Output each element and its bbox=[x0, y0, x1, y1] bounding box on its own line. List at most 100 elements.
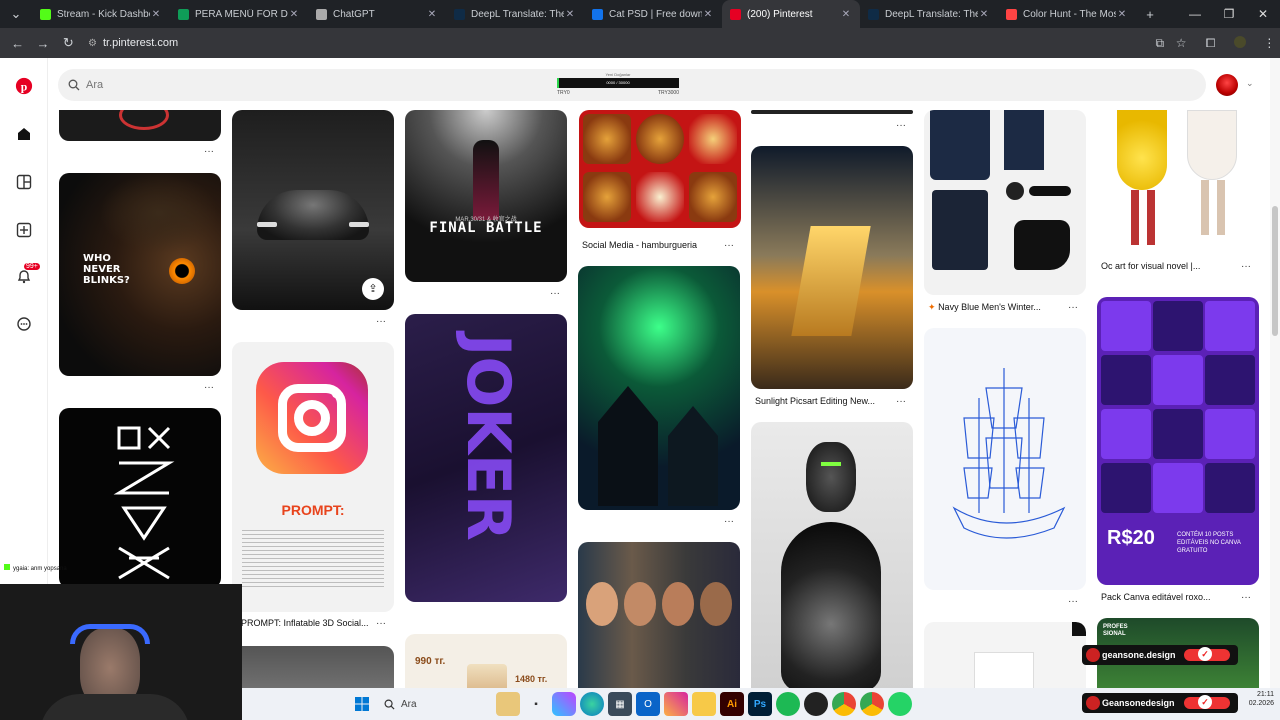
edge-icon[interactable] bbox=[580, 692, 604, 716]
spotify-icon[interactable] bbox=[776, 692, 800, 716]
close-tab-icon[interactable]: ✕ bbox=[978, 9, 990, 20]
pin-navy-outfit[interactable] bbox=[924, 110, 1086, 295]
pinterest-logo-icon[interactable]: p bbox=[14, 76, 34, 96]
joker-text: JOKER bbox=[453, 334, 523, 542]
pin-menu-icon[interactable]: ··· bbox=[204, 382, 214, 393]
pin-joker[interactable]: JOKER bbox=[405, 314, 567, 602]
pin-menu-icon[interactable]: ··· bbox=[204, 146, 214, 157]
close-tab-icon[interactable]: ✕ bbox=[426, 9, 438, 20]
windows-start-icon[interactable] bbox=[350, 692, 374, 716]
clock-time: 21:11 bbox=[1257, 691, 1274, 698]
pin-instagram-prompt[interactable]: PROMPT: bbox=[232, 342, 394, 612]
pin-menu-icon[interactable]: ··· bbox=[376, 618, 386, 629]
pin-robot[interactable] bbox=[751, 422, 913, 702]
pin-sunlight-door[interactable] bbox=[751, 146, 913, 389]
chrome-profile-icon[interactable] bbox=[860, 692, 884, 716]
chrome-icon[interactable] bbox=[832, 692, 856, 716]
pin-menu-icon[interactable]: ··· bbox=[1068, 596, 1078, 607]
pin-menu-icon[interactable]: ··· bbox=[724, 240, 734, 251]
minimize-icon[interactable]: — bbox=[1178, 7, 1212, 21]
pin-menu-icon[interactable]: ··· bbox=[1241, 592, 1251, 603]
close-tab-icon[interactable]: ✕ bbox=[564, 9, 576, 20]
goal-left-label: TRY0 bbox=[557, 90, 570, 96]
system-clock[interactable]: 21:11 02.2026 bbox=[1249, 690, 1274, 708]
browser-tab[interactable]: PERA MENÜ FOR DIGITAL✕ bbox=[170, 0, 308, 28]
outlook-icon[interactable]: O bbox=[636, 692, 660, 716]
pin-top-col5[interactable] bbox=[751, 110, 913, 114]
url-field[interactable]: ⚙ tr.pinterest.com bbox=[88, 37, 1089, 49]
browser-tab[interactable]: Cat PSD | Free download✕ bbox=[584, 0, 722, 28]
pin-menu-icon[interactable]: ··· bbox=[1241, 261, 1251, 272]
search-icon bbox=[68, 79, 80, 91]
pin-menu-icon[interactable]: ··· bbox=[550, 288, 560, 299]
messages-icon[interactable] bbox=[14, 314, 34, 334]
browser-menu-icon[interactable]: ⋮ bbox=[1259, 36, 1280, 50]
reload-button[interactable]: ↻ bbox=[57, 31, 80, 55]
profile-icon[interactable] bbox=[1229, 35, 1250, 51]
site-info-icon[interactable]: ⚙ bbox=[88, 38, 97, 49]
verified-check-icon: ✓ bbox=[1198, 647, 1212, 661]
pin-menu-icon[interactable]: ··· bbox=[896, 396, 906, 407]
instagram-icon[interactable] bbox=[664, 692, 688, 716]
browser-tab[interactable]: Color Hunt - The Most Po✕ bbox=[998, 0, 1136, 28]
close-tab-icon[interactable]: ✕ bbox=[840, 9, 852, 20]
close-tab-icon[interactable]: ✕ bbox=[150, 9, 162, 20]
browser-tab[interactable]: DeepL Translate: The wor✕ bbox=[860, 0, 998, 28]
copilot-icon[interactable] bbox=[552, 692, 576, 716]
explore-icon[interactable] bbox=[14, 172, 34, 192]
pin-green-skull[interactable] bbox=[578, 266, 740, 510]
pin-ship-blueprint[interactable] bbox=[924, 328, 1086, 590]
pin-menu-icon[interactable]: ··· bbox=[724, 516, 734, 527]
address-bar-row: ← → ↻ ⚙ tr.pinterest.com ⧉ ☆ ⧠ ⋮ bbox=[0, 28, 1280, 58]
task-view-icon[interactable]: ▪ bbox=[524, 692, 548, 716]
pin-menu-icon[interactable]: ··· bbox=[896, 120, 906, 131]
back-button[interactable]: ← bbox=[6, 31, 29, 55]
home-icon[interactable] bbox=[14, 124, 34, 144]
calculator-icon[interactable]: ▦ bbox=[608, 692, 632, 716]
pin-abstract-text[interactable] bbox=[59, 408, 221, 588]
search-input[interactable] bbox=[86, 79, 486, 91]
close-window-icon[interactable]: ✕ bbox=[1246, 7, 1280, 21]
pin-caption: Pack Canva editável roxo... bbox=[1101, 592, 1211, 602]
close-tab-icon[interactable]: ✕ bbox=[1116, 9, 1128, 20]
pin-final-battle[interactable]: MAR.30/31 & 收官之战 FINAL BATTLE bbox=[405, 110, 567, 282]
tab-search-icon[interactable]: ⌄ bbox=[4, 2, 28, 26]
create-icon[interactable] bbox=[14, 220, 34, 240]
share-icon[interactable]: ⇪ bbox=[362, 278, 384, 300]
extensions-icon[interactable]: ⧠ bbox=[1200, 36, 1221, 51]
photoshop-icon[interactable]: Ps bbox=[748, 692, 772, 716]
user-avatar[interactable] bbox=[1216, 74, 1238, 96]
owl-text: WHO NEVER BLINKS? bbox=[83, 253, 130, 286]
pin-burger[interactable] bbox=[579, 110, 741, 228]
pin-owl[interactable]: WHO NEVER BLINKS? bbox=[59, 173, 221, 376]
restore-icon[interactable]: ❐ bbox=[1212, 7, 1246, 21]
obs-icon[interactable] bbox=[804, 692, 828, 716]
browser-tab-bar: ⌄ Stream - Kick Dashboard✕PERA MENÜ FOR … bbox=[0, 0, 1280, 28]
new-tab-button[interactable]: + bbox=[1138, 2, 1162, 26]
taskbar-search[interactable]: Ara bbox=[384, 699, 494, 710]
chevron-down-icon[interactable]: ⌄ bbox=[1246, 78, 1254, 89]
bookmark-star-icon[interactable]: ☆ bbox=[1170, 36, 1191, 50]
close-tab-icon[interactable]: ✕ bbox=[288, 9, 300, 20]
illustrator-icon[interactable]: Ai bbox=[720, 692, 744, 716]
pin-dark-top[interactable] bbox=[59, 110, 221, 141]
whatsapp-icon[interactable] bbox=[888, 692, 912, 716]
forward-button[interactable]: → bbox=[31, 31, 54, 55]
page-scrollbar[interactable] bbox=[1270, 58, 1280, 720]
browser-tab[interactable]: ChatGPT ✕ bbox=[308, 0, 446, 28]
notifications-bell-icon[interactable]: 99+ bbox=[14, 263, 40, 286]
file-explorer-icon[interactable] bbox=[692, 692, 716, 716]
pin-car[interactable]: ⇪ bbox=[232, 110, 394, 310]
pin-menu-icon[interactable]: ··· bbox=[376, 316, 386, 327]
browser-tab[interactable]: Stream - Kick Dashboard✕ bbox=[32, 0, 170, 28]
browser-tab[interactable]: DeepL Translate: The wor✕ bbox=[446, 0, 584, 28]
pin-menu-icon[interactable]: ··· bbox=[1068, 302, 1078, 313]
pin-oc-art[interactable] bbox=[1097, 110, 1259, 254]
close-tab-icon[interactable]: ✕ bbox=[702, 9, 714, 20]
install-app-icon[interactable]: ⧉ bbox=[1149, 36, 1170, 51]
widgets-icon[interactable] bbox=[496, 692, 520, 716]
scrollbar-thumb[interactable] bbox=[1272, 206, 1278, 336]
canva-price: R$20 bbox=[1107, 527, 1155, 549]
browser-tab[interactable]: (200) Pinterest ✕ bbox=[722, 0, 860, 28]
pin-canva-pack[interactable]: R$20 CONTÉM 10 POSTS EDITÁVEIS NO CANVA … bbox=[1097, 297, 1259, 585]
